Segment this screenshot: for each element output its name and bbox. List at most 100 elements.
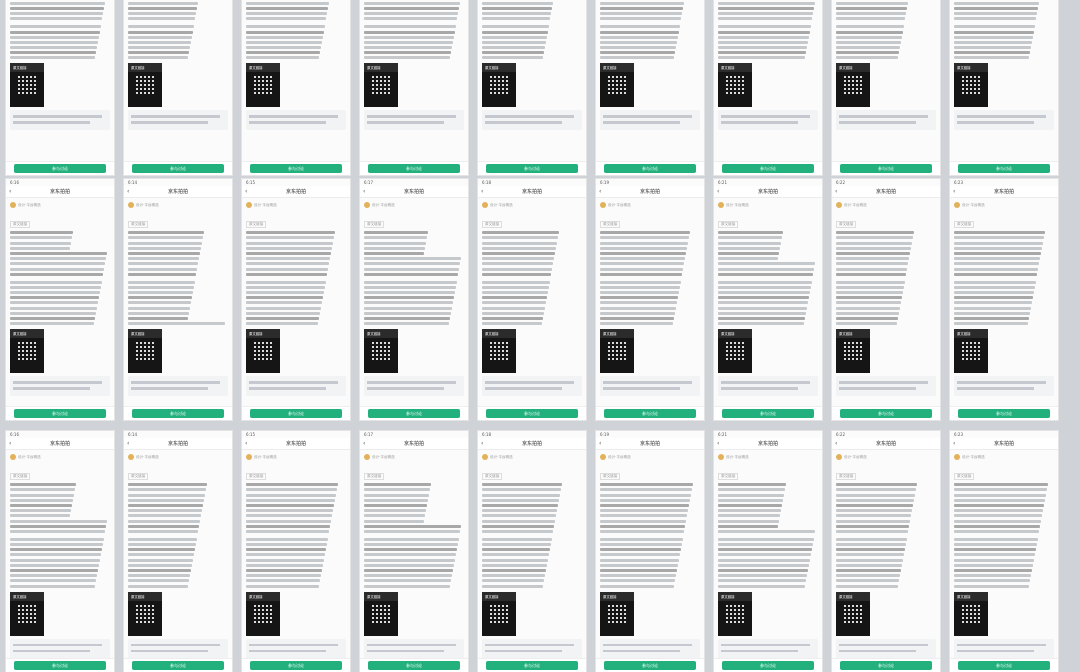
discuss-button[interactable]: 参与讨论 bbox=[14, 661, 106, 670]
discuss-button[interactable]: 参与讨论 bbox=[722, 661, 814, 670]
discuss-button[interactable]: 参与讨论 bbox=[840, 409, 932, 418]
back-arrow-icon[interactable]: ‹ bbox=[481, 188, 491, 195]
tags-box bbox=[364, 638, 464, 659]
qr-image-card[interactable]: 原文链接 bbox=[718, 329, 752, 374]
discuss-button[interactable]: 参与讨论 bbox=[722, 164, 814, 173]
qr-image-card[interactable]: 原文链接 bbox=[718, 63, 752, 108]
back-arrow-icon[interactable]: ‹ bbox=[835, 440, 845, 447]
back-arrow-icon[interactable]: ‹ bbox=[717, 188, 727, 195]
qr-image-card[interactable]: 原文链接 bbox=[364, 63, 398, 108]
discuss-button[interactable]: 参与讨论 bbox=[250, 409, 342, 418]
discuss-button[interactable]: 参与讨论 bbox=[486, 661, 578, 670]
qr-image-card[interactable]: 原文链接 bbox=[246, 329, 280, 374]
text-line bbox=[718, 1, 815, 5]
qr-image-card[interactable]: 原文链接 bbox=[718, 591, 752, 636]
discuss-button[interactable]: 参与讨论 bbox=[14, 409, 106, 418]
discuss-button[interactable]: 参与讨论 bbox=[958, 661, 1050, 670]
back-arrow-icon[interactable]: ‹ bbox=[127, 440, 137, 447]
discuss-button[interactable]: 参与讨论 bbox=[958, 409, 1050, 418]
discuss-button[interactable]: 参与讨论 bbox=[486, 409, 578, 418]
back-arrow-icon[interactable]: ‹ bbox=[717, 440, 727, 447]
qr-image-card[interactable]: 原文链接 bbox=[954, 329, 988, 374]
discuss-button[interactable]: 参与讨论 bbox=[604, 661, 696, 670]
discuss-button[interactable]: 参与讨论 bbox=[250, 164, 342, 173]
source-tag: 原文链接 bbox=[10, 473, 31, 480]
source-tag: 原文链接 bbox=[718, 221, 739, 228]
qr-image-card[interactable]: 原文链接 bbox=[128, 591, 162, 636]
back-arrow-icon[interactable]: ‹ bbox=[245, 440, 255, 447]
qr-image-card[interactable]: 原文链接 bbox=[600, 63, 634, 108]
qr-image-card[interactable]: 原文链接 bbox=[10, 329, 44, 374]
text-line bbox=[482, 241, 557, 245]
qr-image-card[interactable]: 原文链接 bbox=[482, 591, 516, 636]
discuss-button[interactable]: 参与讨论 bbox=[368, 409, 460, 418]
discuss-button[interactable]: 参与讨论 bbox=[368, 164, 460, 173]
post-body: 设计·平台精选原文链接原文链接 bbox=[6, 0, 114, 135]
discuss-button[interactable]: 参与讨论 bbox=[132, 661, 224, 670]
text-line bbox=[10, 503, 72, 507]
discuss-button[interactable]: 参与讨论 bbox=[486, 164, 578, 173]
back-arrow-icon[interactable]: ‹ bbox=[127, 188, 137, 195]
discuss-button[interactable]: 参与讨论 bbox=[722, 409, 814, 418]
text-line bbox=[836, 498, 914, 502]
discuss-button[interactable]: 参与讨论 bbox=[132, 164, 224, 173]
text-line bbox=[10, 236, 72, 240]
back-arrow-icon[interactable]: ‹ bbox=[245, 188, 255, 195]
back-arrow-icon[interactable]: ‹ bbox=[363, 188, 373, 195]
qr-image-card[interactable]: 原文链接 bbox=[482, 329, 516, 374]
text-line bbox=[246, 519, 331, 523]
back-arrow-icon[interactable]: ‹ bbox=[953, 440, 963, 447]
text-line bbox=[600, 12, 682, 16]
title-bar-label: 京东拍拍 bbox=[875, 441, 896, 447]
qr-image-card[interactable]: 原文链接 bbox=[600, 329, 634, 374]
discuss-button[interactable]: 参与讨论 bbox=[604, 409, 696, 418]
qr-code-icon bbox=[726, 76, 744, 95]
qr-image-card[interactable]: 原文链接 bbox=[246, 591, 280, 636]
author-row: 设计·平台精选 bbox=[364, 202, 464, 208]
qr-image-card[interactable]: 原文链接 bbox=[128, 329, 162, 374]
back-arrow-icon[interactable]: ‹ bbox=[599, 188, 609, 195]
qr-code-icon bbox=[372, 76, 390, 95]
discuss-button[interactable]: 参与讨论 bbox=[132, 409, 224, 418]
discuss-button[interactable]: 参与讨论 bbox=[604, 164, 696, 173]
qr-image-card[interactable]: 原文链接 bbox=[482, 63, 516, 108]
qr-image-card[interactable]: 原文链接 bbox=[836, 329, 870, 374]
discuss-button[interactable]: 参与讨论 bbox=[250, 661, 342, 670]
discuss-button[interactable]: 参与讨论 bbox=[14, 164, 106, 173]
qr-image-card[interactable]: 原文链接 bbox=[10, 63, 44, 108]
back-arrow-icon[interactable]: ‹ bbox=[363, 440, 373, 447]
qr-image-card[interactable]: 原文链接 bbox=[836, 591, 870, 636]
tags-box bbox=[718, 638, 818, 659]
text-line bbox=[482, 317, 543, 320]
qr-image-card[interactable]: 原文链接 bbox=[954, 591, 988, 636]
text-line bbox=[718, 56, 805, 60]
qr-image-card[interactable]: 原文链接 bbox=[10, 591, 44, 636]
text-line bbox=[482, 579, 544, 583]
text-line bbox=[718, 30, 810, 34]
qr-card-label: 原文链接 bbox=[954, 63, 988, 73]
qr-image-card[interactable]: 原文链接 bbox=[128, 63, 162, 108]
back-arrow-icon[interactable]: ‹ bbox=[9, 188, 19, 195]
source-tag: 原文链接 bbox=[836, 473, 857, 480]
discuss-button[interactable]: 参与讨论 bbox=[840, 661, 932, 670]
back-arrow-icon[interactable]: ‹ bbox=[835, 188, 845, 195]
back-arrow-icon[interactable]: ‹ bbox=[481, 440, 491, 447]
text-line bbox=[482, 322, 542, 326]
discuss-button[interactable]: 参与讨论 bbox=[840, 164, 932, 173]
qr-image-card[interactable]: 原文链接 bbox=[954, 63, 988, 108]
author-name: 设计·平台精选 bbox=[962, 202, 985, 207]
discuss-button[interactable]: 参与讨论 bbox=[368, 661, 460, 670]
author-name: 设计·平台精选 bbox=[254, 202, 277, 207]
tags-box bbox=[718, 376, 818, 397]
qr-image-card[interactable]: 原文链接 bbox=[364, 329, 398, 374]
back-arrow-icon[interactable]: ‹ bbox=[599, 440, 609, 447]
qr-image-card[interactable]: 原文链接 bbox=[364, 591, 398, 636]
qr-image-card[interactable]: 原文链接 bbox=[836, 63, 870, 108]
discuss-button[interactable]: 参与讨论 bbox=[958, 164, 1050, 173]
text-line bbox=[718, 483, 786, 487]
back-arrow-icon[interactable]: ‹ bbox=[9, 440, 19, 447]
back-arrow-icon[interactable]: ‹ bbox=[953, 188, 963, 195]
qr-image-card[interactable]: 原文链接 bbox=[600, 591, 634, 636]
qr-image-card[interactable]: 原文链接 bbox=[246, 63, 280, 108]
text-line bbox=[718, 519, 779, 523]
